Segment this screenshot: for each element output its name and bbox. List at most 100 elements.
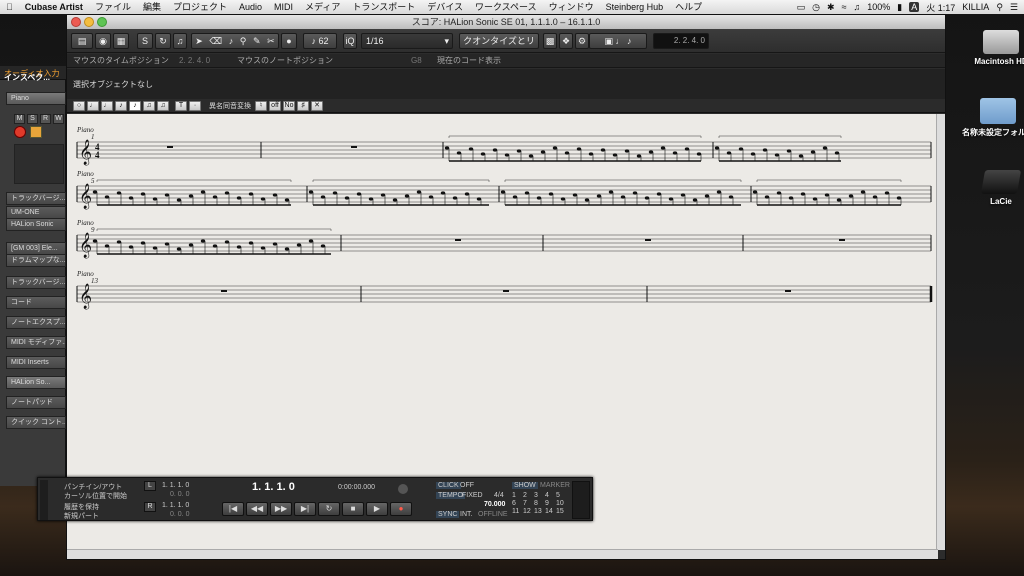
marker-button-8[interactable]: 8 — [534, 500, 544, 507]
section-notepad[interactable]: ノートパッド — [6, 396, 66, 409]
marker-button-10[interactable]: 10 — [556, 500, 566, 507]
quantize-preset-dropdown[interactable]: クオンタイズとリ — [459, 33, 539, 49]
menu-devices[interactable]: デバイス — [421, 0, 469, 14]
marker-button-9[interactable]: 9 — [545, 500, 555, 507]
marker-button-5[interactable]: 5 — [556, 492, 566, 499]
glue-tool-icon[interactable]: ✎ — [253, 34, 261, 48]
tempo-label[interactable]: TEMPO — [436, 492, 465, 499]
wifi-icon[interactable]: ≈ — [842, 2, 847, 12]
marker-button-3[interactable]: 3 — [534, 492, 544, 499]
menu-media[interactable]: メディア — [299, 0, 346, 14]
horizontal-scrollbar[interactable] — [67, 549, 938, 559]
desktop-icon-lacie[interactable]: LaCie — [966, 170, 1024, 206]
right-locator-icon[interactable]: R — [144, 502, 156, 512]
menu-midi[interactable]: MIDI — [268, 0, 299, 14]
minimize-window-button[interactable] — [84, 17, 94, 27]
menu-transport[interactable]: トランスポート — [346, 0, 421, 14]
enharmonic-sharp-button[interactable]: ♯ — [297, 101, 309, 111]
section-midi-modifiers[interactable]: MIDI モディファ... — [6, 336, 66, 349]
note-value-buttons[interactable]: ▣ ♩ ♪ — [589, 33, 647, 49]
read-button[interactable]: R — [40, 114, 51, 124]
enharmonic-no-button[interactable]: No — [283, 101, 295, 111]
menu-audio[interactable]: Audio — [233, 0, 268, 14]
palette-icon[interactable]: ❖ — [559, 33, 573, 49]
monitor-button[interactable] — [30, 126, 42, 138]
menu-file[interactable]: ファイル — [89, 0, 137, 14]
master-level-meter[interactable] — [572, 481, 590, 519]
go-to-start-button[interactable]: |◀ — [222, 502, 244, 516]
window-title-bar[interactable]: スコア: HALion Sonic SE 01, 1.1.1.0 – 16.1.… — [67, 15, 945, 29]
menu-help[interactable]: ヘルプ — [669, 0, 708, 14]
desktop-icon-macintosh-hd[interactable]: Macintosh HD — [966, 26, 1024, 66]
instrument-field[interactable]: HALion Sonic — [6, 218, 66, 231]
zoom-tool-icon[interactable]: ⚲ — [240, 34, 247, 48]
start-at-cursor-label[interactable]: カーソル位置で開始 — [64, 491, 127, 501]
input-source-indicator[interactable]: A — [909, 2, 920, 12]
marker-button-12[interactable]: 12 — [523, 508, 533, 515]
menu-steinberg-hub[interactable]: Steinberg Hub — [600, 0, 670, 14]
marker-button-2[interactable]: 2 — [523, 492, 533, 499]
show-markers-button[interactable]: SHOW — [512, 482, 538, 489]
bluetooth-icon[interactable]: ✱ — [827, 2, 835, 13]
object-selection-tool-icon[interactable]: ➤ — [195, 34, 203, 48]
marker-button-11[interactable]: 11 — [512, 508, 522, 515]
left-locator-value[interactable]: 1. 1. 1. 0 — [162, 482, 189, 489]
marker-button-14[interactable]: 14 — [545, 508, 555, 515]
record-enable-button[interactable] — [14, 126, 26, 138]
length-quantize-dropdown[interactable]: ♪ 62 — [303, 33, 337, 49]
half-note-button[interactable]: ♩ — [87, 101, 99, 111]
insert-note-tool-icon[interactable]: ♪ — [229, 34, 234, 48]
zoom-window-button[interactable] — [97, 17, 107, 27]
time-signature[interactable]: 4/4 — [494, 492, 504, 499]
menu-window[interactable]: ウィンドウ — [543, 0, 600, 14]
menu-workspaces[interactable]: ワークスペース — [469, 0, 543, 14]
track-name-field[interactable]: Piano — [6, 92, 66, 105]
sync-label[interactable]: SYNC — [436, 511, 460, 518]
cycle-button[interactable]: ↻ — [318, 502, 340, 516]
record-mode-icon[interactable]: ◉ — [95, 33, 111, 49]
erase-tool-icon[interactable]: ⌫ — [209, 34, 222, 48]
inspector-toggle-button[interactable]: ▤ — [71, 33, 93, 49]
right-locator-value[interactable]: 1. 1. 1. 0 — [162, 502, 189, 509]
grid-dropdown[interactable]: 1/16 ▾ — [361, 33, 453, 49]
triplet-button[interactable]: T — [175, 101, 187, 111]
drum-map-field[interactable]: ドラムマップな... — [6, 254, 66, 267]
eighth-note-button[interactable]: ♪ — [115, 101, 127, 111]
stop-button[interactable]: ■ — [342, 502, 364, 516]
go-to-end-button[interactable]: ▶| — [294, 502, 316, 516]
marker-button-4[interactable]: 4 — [545, 492, 555, 499]
section-note-expression[interactable]: ノートエクスプ... — [6, 316, 66, 329]
autoscroll-icon[interactable]: ↻ — [155, 33, 171, 49]
inspector-title[interactable]: インスペク... — [4, 72, 50, 83]
marker-button-6[interactable]: 6 — [512, 500, 522, 507]
left-locator-icon[interactable]: L — [144, 481, 156, 491]
menu-clock[interactable]: 火 1:17 — [926, 1, 955, 14]
volume-icon[interactable]: ♫ — [854, 2, 861, 12]
notification-center-icon[interactable]: ☰ — [1010, 2, 1018, 13]
marker-button-15[interactable]: 15 — [556, 508, 566, 515]
write-button[interactable]: W — [53, 114, 64, 124]
timemachine-icon[interactable]: ◷ — [812, 2, 820, 13]
split-tool-icon[interactable]: ✂ — [267, 34, 275, 48]
marker-button-13[interactable]: 13 — [534, 508, 544, 515]
layout-icon[interactable]: ▦ — [113, 33, 129, 49]
enharmonic-reset-button[interactable]: ✕ — [311, 101, 323, 111]
sixty-fourth-note-button[interactable]: ♫ — [157, 101, 169, 111]
vertical-scrollbar[interactable] — [936, 114, 945, 550]
thirty-second-note-button[interactable]: ♫ — [143, 101, 155, 111]
play-button[interactable]: ▶ — [366, 502, 388, 516]
close-window-button[interactable] — [71, 17, 81, 27]
enharmonic-off-button[interactable]: off — [269, 101, 281, 111]
marker-button-1[interactable]: 1 — [512, 492, 522, 499]
user-menu[interactable]: KILLIA — [962, 2, 989, 12]
tempo-value[interactable]: 70.000 — [484, 501, 505, 508]
new-part-label[interactable]: 新規パート — [64, 511, 99, 521]
sync-toggle-icon[interactable] — [398, 484, 408, 494]
section-midi-inserts[interactable]: MIDI Inserts — [6, 356, 66, 369]
section-quick-controls[interactable]: クイック コント... — [6, 416, 66, 429]
dotted-button[interactable]: · — [189, 101, 201, 111]
fast-forward-button[interactable]: ▶▶ — [270, 502, 292, 516]
click-label[interactable]: CLICK — [436, 482, 461, 489]
marker-button-7[interactable]: 7 — [523, 500, 533, 507]
whole-note-button[interactable]: ○ — [73, 101, 85, 111]
